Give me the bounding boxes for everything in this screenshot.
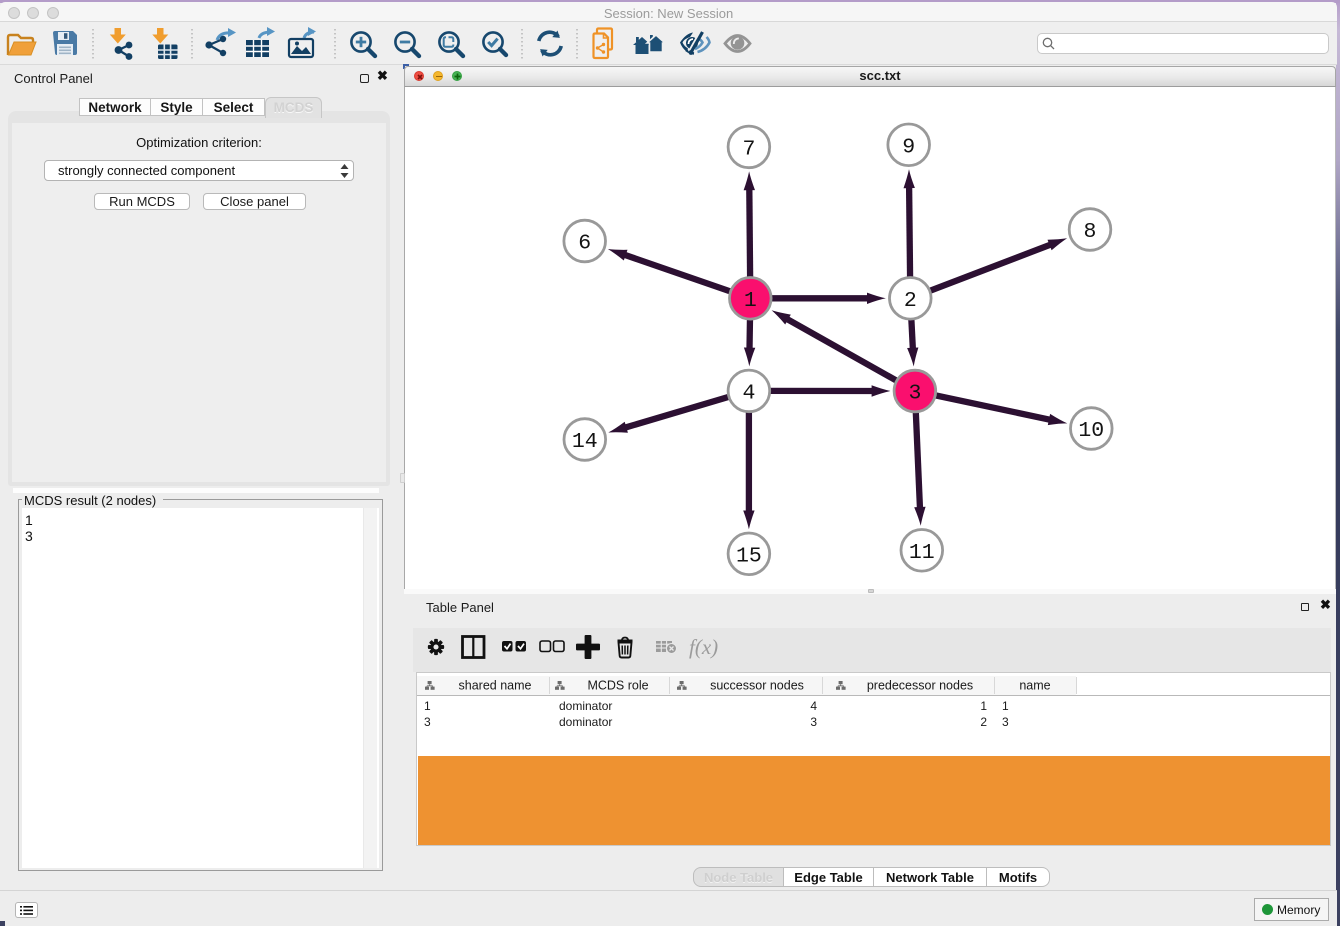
svg-text:f(x): f(x) (689, 635, 718, 659)
svg-text:2: 2 (904, 289, 917, 313)
svg-text:10: 10 (1078, 419, 1104, 443)
svg-text:14: 14 (572, 430, 598, 454)
svg-text:9: 9 (902, 135, 915, 159)
svg-text:4: 4 (742, 382, 755, 406)
svg-text:successor nodes: successor nodes (710, 679, 804, 693)
svg-text:11: 11 (909, 541, 935, 565)
svg-text:7: 7 (742, 138, 755, 162)
svg-text:6: 6 (578, 232, 591, 256)
svg-text:shared name: shared name (459, 679, 532, 693)
svg-text:15: 15 (736, 544, 762, 568)
svg-text:MCDS role: MCDS role (587, 679, 648, 693)
svg-text:8: 8 (1084, 220, 1097, 244)
svg-text:predecessor nodes: predecessor nodes (867, 679, 973, 693)
svg-text:3: 3 (908, 382, 921, 406)
svg-text:name: name (1019, 679, 1050, 693)
svg-text:1: 1 (744, 289, 757, 313)
